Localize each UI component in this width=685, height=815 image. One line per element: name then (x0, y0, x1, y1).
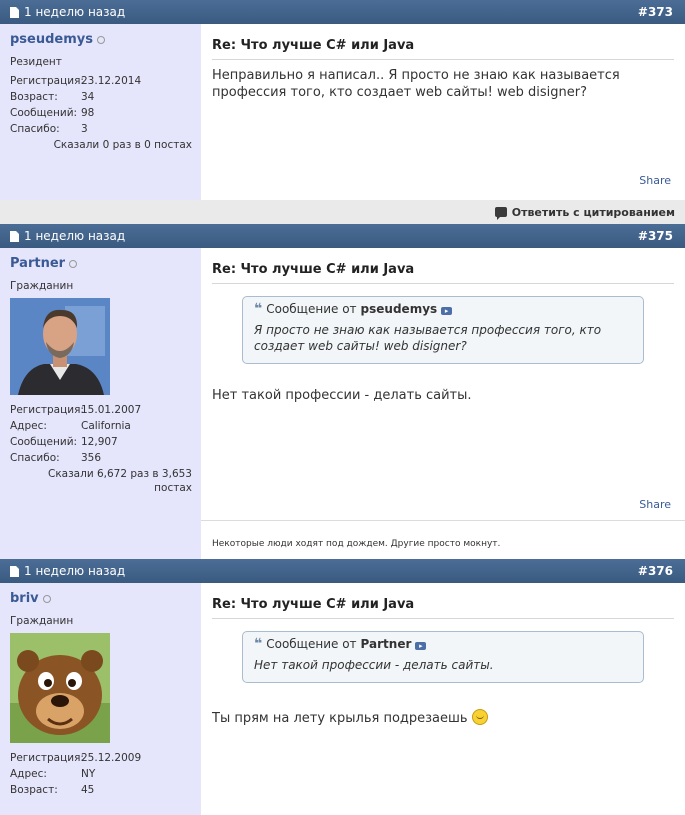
post-message: Неправильно я написал.. Я просто не знаю… (212, 68, 620, 100)
post-content: Re: Что лучше C# или Java ❝ Сообщение от… (201, 248, 685, 559)
reply-with-quote-button[interactable]: Ответить с цитированием (512, 206, 675, 219)
stat-label: Регистрация: (10, 75, 84, 87)
stat-label: Адрес: (10, 420, 47, 432)
stat-value: NY (81, 768, 96, 780)
thanks-summary: Сказали 6,672 раз в 3,653 постах (47, 468, 192, 494)
post-date: 1 неделю назад (24, 229, 126, 243)
document-icon (10, 565, 19, 577)
post-title: Re: Что лучше C# или Java (212, 597, 674, 619)
stat-value: 3 (81, 123, 88, 135)
username-link[interactable]: briv (10, 591, 39, 606)
post-header: 1 неделю назад #373 (0, 0, 685, 24)
post-375: 1 неделю назад #375 Partner Гражданин Ре… (0, 224, 685, 559)
stat-label: Спасибо: (10, 452, 60, 464)
avatar[interactable] (10, 298, 110, 395)
post-header: 1 неделю назад #375 (0, 224, 685, 248)
user-info-panel: Partner Гражданин Регистрация: 15.01.2007… (0, 248, 201, 559)
avatar[interactable] (10, 633, 110, 743)
online-status-icon (97, 35, 105, 44)
quote-prefix: Сообщение от (266, 637, 357, 651)
stat-value: 12,907 (81, 436, 118, 448)
stat-value: 356 (81, 452, 102, 464)
goto-post-icon[interactable]: ▸ (441, 306, 453, 315)
user-stats: Регистрация: 25.12.2009 Адрес: NY Возраст:… (10, 751, 192, 797)
user-stats: Регистрация: 23.12.2014 Возраст: 34 Сообще… (10, 74, 192, 136)
quote-block: ❝ Сообщение от Partner ▸ Нет такой профе… (242, 631, 644, 683)
post-date: 1 неделю назад (24, 564, 126, 578)
stat-value: 34 (81, 91, 95, 103)
username-link[interactable]: pseudemys (10, 32, 93, 47)
user-title: Гражданин (10, 615, 74, 627)
stat-label: Адрес: (10, 768, 47, 780)
stat-value: 15.01.2007 (81, 404, 142, 416)
post-date: 1 неделю назад (24, 5, 126, 19)
goto-post-icon[interactable]: ▸ (415, 641, 427, 650)
post-footer: Ответить с цитированием (0, 200, 685, 224)
quote-author: Partner (360, 637, 412, 651)
post-signature: Некоторые люди ходят под дождем. Другие … (201, 520, 685, 559)
quote-prefix: Сообщение от (266, 302, 357, 316)
document-icon (10, 6, 19, 18)
share-link[interactable]: Share (639, 174, 671, 187)
stat-value: 45 (81, 784, 95, 796)
online-status-icon (42, 594, 51, 603)
document-icon (10, 230, 19, 242)
post-message: Нет такой профессии - делать сайты. (212, 388, 472, 403)
quote-block: ❝ Сообщение от pseudemys ▸ Я просто не з… (242, 296, 644, 364)
stat-label: Сообщений: (10, 107, 78, 119)
reply-with-quote-icon[interactable] (494, 207, 507, 220)
post-number-link[interactable]: #373 (638, 5, 673, 19)
quote-author: pseudemys (360, 302, 438, 316)
stat-value: California (81, 420, 131, 432)
stat-value: 25.12.2009 (81, 752, 142, 764)
user-stats: Регистрация: 15.01.2007 Адрес: California … (10, 403, 192, 465)
user-title: Резидент (10, 56, 62, 68)
post-header: 1 неделю назад #376 (0, 559, 685, 583)
quote-icon: ❝ (254, 636, 263, 652)
stat-label: Регистрация: (10, 404, 84, 416)
user-title: Гражданин (10, 280, 74, 292)
stat-label: Возраст: (10, 784, 58, 796)
share-link[interactable]: Share (639, 498, 671, 511)
stat-label: Сообщений: (10, 436, 78, 448)
post-message: Ты прям на лету крылья подрезаешь (212, 709, 674, 727)
smiley-icon (471, 709, 488, 725)
stat-label: Возраст: (10, 91, 58, 103)
thanks-summary: Сказали 0 раз в 0 постах (53, 139, 192, 151)
quote-text: Нет такой профессии - делать сайты. (254, 658, 494, 672)
post-title: Re: Что лучше C# или Java (212, 262, 674, 284)
post-message-text: Ты прям на лету крылья подрезаешь (212, 711, 468, 726)
username-link[interactable]: Partner (10, 256, 65, 271)
post-373: 1 неделю назад #373 pseudemys Резидент Р… (0, 0, 685, 224)
online-status-icon (69, 259, 78, 268)
post-376: 1 неделю назад #376 briv Гражданин Регис… (0, 559, 685, 815)
stat-label: Регистрация: (10, 752, 84, 764)
quote-text: Я просто не знаю как называется професси… (254, 323, 602, 353)
post-content: Re: Что лучше C# или Java Неправильно я … (201, 24, 685, 200)
quote-icon: ❝ (254, 301, 263, 317)
post-number-link[interactable]: #376 (638, 564, 673, 578)
post-content: Re: Что лучше C# или Java ❝ Сообщение от… (201, 583, 685, 815)
post-number-link[interactable]: #375 (638, 229, 673, 243)
stat-value: 98 (81, 107, 95, 119)
post-title: Re: Что лучше C# или Java (212, 38, 674, 60)
user-info-panel: briv Гражданин Регистрация: 25.12.2009 А… (0, 583, 201, 815)
user-info-panel: pseudemys Резидент Регистрация: 23.12.201… (0, 24, 201, 200)
stat-value: 23.12.2014 (81, 75, 142, 87)
stat-label: Спасибо: (10, 123, 60, 135)
